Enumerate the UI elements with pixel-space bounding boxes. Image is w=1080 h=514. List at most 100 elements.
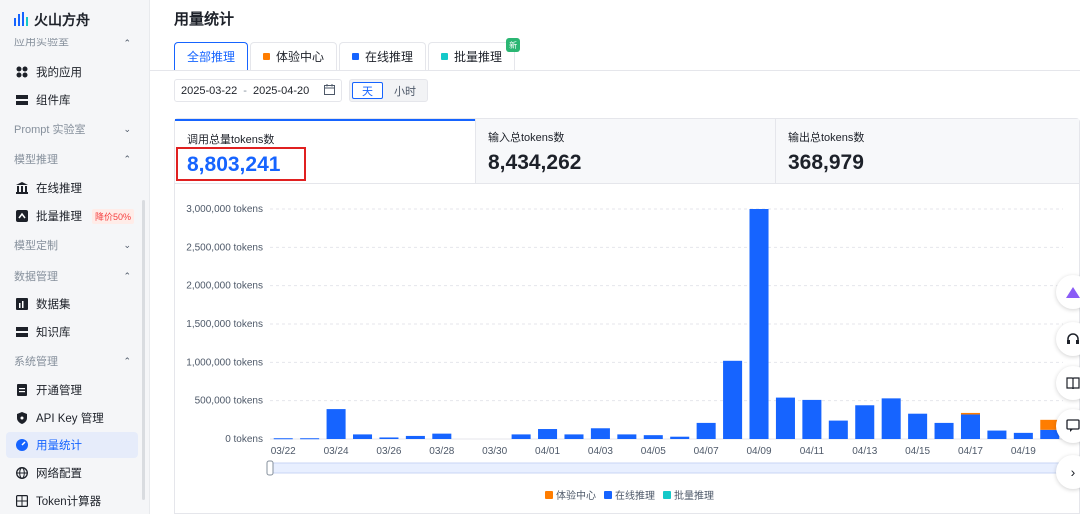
logo[interactable]: 火山方舟 xyxy=(14,8,90,32)
sidebar-item-components[interactable]: 组件库 xyxy=(6,87,138,113)
x-tick-label: 04/13 xyxy=(852,446,877,457)
bar xyxy=(960,414,980,439)
sidebar-item-activation[interactable]: 开通管理 xyxy=(6,377,138,403)
legend-item-experience[interactable]: 体验中心 xyxy=(545,487,596,502)
section-model-custom[interactable]: 模型定制 ⌄ xyxy=(14,237,131,253)
page-title: 用量统计 xyxy=(174,11,235,28)
stat-output-tokens[interactable]: 输出总tokens数 368,979 xyxy=(775,119,1079,183)
legend-item-online[interactable]: 在线推理 xyxy=(604,487,655,502)
bar xyxy=(855,405,875,439)
sidebar-item-online-inference[interactable]: 在线推理 xyxy=(6,175,138,201)
volcano-logo-icon xyxy=(14,12,28,26)
granularity-hour[interactable]: 小时 xyxy=(385,82,425,99)
new-badge: 新 xyxy=(506,38,521,52)
sidebar-scrollbar[interactable] xyxy=(142,200,145,500)
start-date[interactable]: 2025-03-22 xyxy=(181,85,237,97)
sidebar: 火山方舟 应用实验室 ⌃ 我的应用 组件库 Prompt 实验室 ⌄ 模型推理 … xyxy=(0,0,150,514)
sidebar-item-usage-stats[interactable]: 用量统计 xyxy=(6,432,138,458)
x-tick-label: 04/09 xyxy=(747,446,772,457)
bar xyxy=(987,430,1007,439)
chevron-up-icon: ⌃ xyxy=(123,355,131,366)
discount-badge: 降价50% xyxy=(92,208,135,224)
bank-icon xyxy=(16,182,28,194)
calculator-icon xyxy=(16,495,28,507)
x-tick-label: 04/05 xyxy=(641,446,666,457)
y-tick-label: 2,500,000 tokens xyxy=(186,242,263,253)
bar xyxy=(326,409,346,439)
sidebar-item-knowledge-base[interactable]: 知识库 xyxy=(6,319,138,345)
tab-experience-center[interactable]: 体验中心 xyxy=(250,42,338,70)
stat-value: 368,979 xyxy=(788,151,864,174)
section-app-lab[interactable]: 应用实验室 ⌃ xyxy=(14,38,131,48)
chart-legend: 体验中心 在线推理 批量推理 xyxy=(545,487,714,502)
chevron-up-icon: ⌃ xyxy=(123,38,131,48)
sidebar-item-api-key[interactable]: API Key 管理 xyxy=(6,405,138,431)
y-tick-label: 0 tokens xyxy=(225,434,263,445)
date-range-picker[interactable]: 2025-03-22 - 2025-04-20 xyxy=(174,79,342,102)
chevron-down-icon: ⌄ xyxy=(123,239,131,250)
x-tick-label: 03/24 xyxy=(324,446,349,457)
section-system-management[interactable]: 系统管理 ⌃ xyxy=(14,353,131,369)
tab-online-inference[interactable]: 在线推理 xyxy=(339,42,427,70)
bar xyxy=(590,428,610,439)
shield-icon xyxy=(16,412,28,424)
bar xyxy=(775,397,795,439)
cyan-square-icon xyxy=(663,490,671,499)
stats-panel: 调用总量tokens数 8,803,241 输入总tokens数 8,434,2… xyxy=(174,118,1080,184)
sidebar-item-my-apps[interactable]: 我的应用 xyxy=(6,59,138,85)
section-prompt-lab[interactable]: Prompt 实验室 ⌄ xyxy=(14,121,131,137)
bar xyxy=(1013,432,1033,439)
sidebar-item-batch-inference[interactable]: 批量推理 降价50% xyxy=(6,203,138,229)
highlight-box xyxy=(176,147,306,181)
stat-label: 输出总tokens数 xyxy=(788,132,865,144)
sidebar-item-token-calculator[interactable]: Token计算器 xyxy=(6,488,138,514)
usage-chart: 3,000,000 tokens 2,500,000 tokens 2,000,00… xyxy=(174,184,1080,514)
orange-square-icon xyxy=(263,53,271,60)
stat-value: 8,434,262 xyxy=(488,151,582,174)
legend-item-batch[interactable]: 批量推理 xyxy=(663,487,714,502)
orange-square-icon xyxy=(545,490,553,499)
x-tick-label: 03/28 xyxy=(429,446,454,457)
sidebar-item-network[interactable]: 网络配置 xyxy=(6,460,138,486)
section-data-management[interactable]: 数据管理 ⌃ xyxy=(14,268,131,284)
message-icon xyxy=(1066,419,1080,432)
bar xyxy=(273,438,293,440)
logo-text: 火山方舟 xyxy=(34,12,90,28)
x-tick-label: 03/30 xyxy=(482,446,507,457)
stat-input-tokens[interactable]: 输入总tokens数 8,434,262 xyxy=(475,119,775,183)
y-tick-label: 500,000 tokens xyxy=(195,396,263,407)
x-tick-label: 04/07 xyxy=(694,446,719,457)
apps-icon xyxy=(16,66,28,78)
end-date[interactable]: 2025-04-20 xyxy=(253,85,309,97)
sidebar-item-datasets[interactable]: 数据集 xyxy=(6,291,138,317)
blue-square-icon xyxy=(604,490,612,499)
chevron-up-icon: ⌃ xyxy=(123,270,131,281)
component-icon xyxy=(16,94,28,106)
x-tick-label: 04/17 xyxy=(958,446,983,457)
x-tick-label: 03/22 xyxy=(271,446,296,457)
tab-divider xyxy=(150,70,1080,71)
section-model-inference[interactable]: 模型推理 ⌃ xyxy=(14,151,131,167)
gauge-icon xyxy=(16,439,28,451)
x-tick-label: 04/01 xyxy=(535,446,560,457)
tab-batch-inference[interactable]: 批量推理 新 xyxy=(428,38,521,70)
bar xyxy=(511,434,531,439)
x-tick-label: 03/26 xyxy=(376,446,401,457)
y-tick-label: 1,500,000 tokens xyxy=(186,319,263,330)
x-tick-label: 04/11 xyxy=(800,446,825,457)
stat-total-tokens[interactable]: 调用总量tokens数 8,803,241 xyxy=(175,119,475,183)
headset-icon xyxy=(1067,333,1079,344)
x-tick-label: 04/15 xyxy=(905,446,930,457)
tab-all-inference[interactable]: 全部推理 xyxy=(174,42,249,70)
y-tick-label: 1,000,000 tokens xyxy=(186,357,263,368)
cyan-square-icon xyxy=(441,53,449,60)
granularity-day[interactable]: 天 xyxy=(352,82,383,99)
bar xyxy=(749,209,769,439)
calendar-icon[interactable] xyxy=(324,83,335,98)
date-separator: - xyxy=(243,84,247,97)
stat-label: 调用总量tokens数 xyxy=(187,134,275,146)
bar xyxy=(934,422,954,439)
bar xyxy=(881,398,901,439)
blue-square-icon xyxy=(352,53,360,60)
bar xyxy=(379,437,399,439)
